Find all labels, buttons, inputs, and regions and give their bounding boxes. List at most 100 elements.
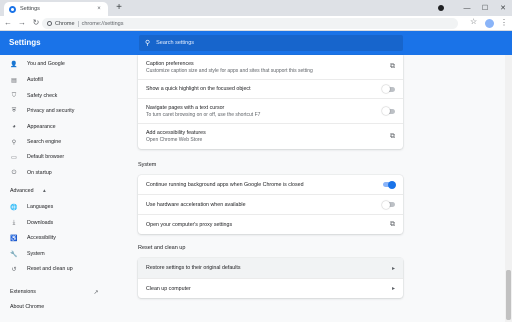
sidebar-item-you-and-google[interactable]: 👤 You and Google bbox=[0, 57, 132, 71]
sidebar-item-search-engine[interactable]: ⚲ Search engine bbox=[0, 135, 132, 149]
address-bar[interactable]: Chrome chrome://settings bbox=[42, 18, 458, 29]
page-title: Settings bbox=[9, 38, 41, 47]
proxy-settings-row[interactable]: Open your computer's proxy settings ⧉ bbox=[138, 214, 403, 234]
sidebar-item-accessibility[interactable]: ♿ Accessibility bbox=[0, 231, 132, 245]
window-controls: — ☐ ✕ bbox=[438, 0, 512, 16]
sidebar-item-label: Downloads bbox=[27, 220, 54, 226]
history-icon: ↺ bbox=[11, 266, 17, 273]
forward-icon[interactable]: → bbox=[16, 17, 28, 29]
sidebar-item-label: Autofill bbox=[27, 77, 43, 83]
sidebar-item-system[interactable]: 🔧 System bbox=[0, 247, 132, 261]
settings-header: Settings ⚲ bbox=[0, 31, 512, 55]
sidebar-item-appearance[interactable]: ◕ Appearance bbox=[0, 120, 132, 134]
advanced-label: Advanced bbox=[10, 188, 34, 194]
about-label: About Chrome bbox=[10, 304, 45, 310]
browser-toolbar: ← → ↻ Chrome chrome://settings ☆ ⋮ bbox=[0, 16, 512, 31]
sidebar-item-label: Default browser bbox=[27, 154, 65, 160]
minimize-icon[interactable]: — bbox=[458, 5, 476, 12]
sidebar-item-safety-check[interactable]: ⛉ Safety check bbox=[0, 89, 132, 103]
tab-settings[interactable]: Settings × bbox=[4, 2, 108, 16]
globe-icon: 🌐 bbox=[10, 204, 18, 211]
caret-browsing-subtitle: To turn caret browsing on or off, use th… bbox=[146, 111, 261, 118]
search-icon: ⚲ bbox=[145, 40, 151, 47]
reset-card: Restore settings to their original defau… bbox=[138, 258, 403, 298]
maximize-icon[interactable]: ☐ bbox=[476, 4, 494, 12]
sidebar-item-about-chrome[interactable]: About Chrome bbox=[0, 300, 132, 314]
background-apps-row[interactable]: Continue running background apps when Go… bbox=[138, 175, 403, 194]
reset-section-title: Reset and clean up bbox=[138, 245, 186, 251]
download-icon: ⤓ bbox=[12, 219, 16, 226]
sidebar-item-label: Privacy and security bbox=[27, 108, 75, 114]
sidebar-item-autofill[interactable]: ▤ Autofill bbox=[0, 73, 132, 87]
record-icon bbox=[438, 5, 444, 11]
sidebar: 👤 You and Google ▤ Autofill ⛉ Safety che… bbox=[0, 55, 132, 322]
open-in-new-icon: ↗ bbox=[93, 289, 99, 296]
person-icon: 👤 bbox=[10, 61, 18, 68]
caret-browsing-toggle[interactable] bbox=[382, 107, 395, 115]
sidebar-item-downloads[interactable]: ⤓ Downloads bbox=[0, 216, 132, 230]
bookmark-star-icon[interactable]: ☆ bbox=[470, 17, 477, 26]
scrollbar[interactable] bbox=[505, 55, 512, 322]
close-tab-icon[interactable]: × bbox=[95, 6, 103, 12]
sidebar-item-privacy[interactable]: ⛨ Privacy and security bbox=[0, 104, 132, 118]
accessibility-features-subtitle: Open Chrome Web Store bbox=[146, 137, 203, 143]
settings-search[interactable]: ⚲ bbox=[139, 35, 403, 51]
sidebar-item-label: Safety check bbox=[27, 93, 58, 99]
clipboard-icon: ▤ bbox=[11, 77, 17, 84]
chrome-icon bbox=[47, 21, 52, 26]
open-in-new-icon: ⧉ bbox=[390, 220, 395, 228]
chevron-up-icon: ▴ bbox=[43, 188, 46, 194]
chevron-right-icon: ▸ bbox=[391, 265, 395, 272]
sidebar-item-default-browser[interactable]: ▭ Default browser bbox=[0, 150, 132, 164]
hardware-acceleration-toggle[interactable] bbox=[382, 200, 395, 209]
sidebar-item-label: Reset and clean up bbox=[27, 266, 73, 272]
accessibility-card: Caption preferences Customize caption si… bbox=[138, 55, 403, 149]
background-apps-toggle[interactable] bbox=[383, 180, 396, 189]
chevron-right-icon: ▸ bbox=[391, 286, 395, 292]
open-in-new-icon: ⧉ bbox=[390, 132, 395, 140]
search-input[interactable] bbox=[156, 40, 377, 46]
caption-preferences-title: Caption preferences bbox=[146, 60, 194, 67]
sidebar-item-label: Appearance bbox=[27, 124, 56, 130]
profile-avatar[interactable] bbox=[485, 19, 494, 28]
scrollbar-thumb[interactable] bbox=[506, 270, 511, 320]
menu-kebab-icon[interactable]: ⋮ bbox=[500, 18, 508, 27]
close-window-icon[interactable]: ✕ bbox=[494, 4, 512, 12]
sidebar-item-label: You and Google bbox=[27, 61, 65, 67]
background-apps-label: Continue running background apps when Go… bbox=[146, 181, 304, 188]
palette-icon: ◕ bbox=[12, 124, 16, 130]
focus-highlight-toggle[interactable] bbox=[382, 85, 395, 93]
sidebar-item-languages[interactable]: 🌐 Languages bbox=[0, 200, 132, 214]
wrench-icon: 🔧 bbox=[10, 251, 18, 258]
focus-highlight-label: Show a quick highlight on the focused ob… bbox=[146, 86, 251, 92]
hardware-acceleration-row[interactable]: Use hardware acceleration when available bbox=[138, 194, 403, 214]
sidebar-item-label: Search engine bbox=[27, 139, 62, 145]
extensions-label: Extensions bbox=[10, 289, 36, 295]
accessibility-icon: ♿ bbox=[10, 235, 18, 242]
url-text[interactable]: chrome://settings bbox=[82, 21, 124, 27]
sidebar-item-extensions[interactable]: Extensions ↗ bbox=[0, 285, 100, 299]
restore-defaults-label: Restore settings to their original defau… bbox=[146, 265, 241, 271]
new-tab-button[interactable]: + bbox=[113, 2, 125, 14]
tab-title: Settings bbox=[20, 6, 40, 12]
cleanup-computer-row[interactable]: Clean up computer ▸ bbox=[138, 278, 403, 298]
caret-browsing-row[interactable]: Navigate pages with a text cursor To tur… bbox=[138, 98, 403, 123]
restore-defaults-row[interactable]: Restore settings to their original defau… bbox=[138, 258, 403, 278]
accessibility-features-row[interactable]: Add accessibility features Open Chrome W… bbox=[138, 123, 403, 149]
origin-chip: Chrome bbox=[55, 20, 79, 27]
sidebar-item-reset[interactable]: ↺ Reset and clean up bbox=[0, 262, 132, 276]
shield-icon: ⛉ bbox=[11, 92, 17, 99]
tab-strip: Settings × + — ☐ ✕ bbox=[0, 0, 512, 16]
system-section-title: System bbox=[138, 162, 157, 168]
back-icon[interactable]: ← bbox=[2, 17, 14, 29]
sidebar-item-on-startup[interactable]: ⏻ On startup bbox=[0, 166, 132, 180]
caption-preferences-row[interactable]: Caption preferences Customize caption si… bbox=[138, 55, 403, 79]
sidebar-item-label: On startup bbox=[27, 170, 52, 176]
chrome-settings-icon bbox=[9, 5, 16, 13]
reload-icon[interactable]: ↻ bbox=[30, 17, 42, 29]
focus-highlight-row[interactable]: Show a quick highlight on the focused ob… bbox=[138, 79, 403, 98]
sidebar-item-label: Accessibility bbox=[27, 235, 56, 241]
power-icon: ⏻ bbox=[11, 169, 17, 176]
browser-icon: ▭ bbox=[11, 154, 17, 161]
sidebar-advanced-toggle[interactable]: Advanced ▴ bbox=[10, 188, 46, 194]
